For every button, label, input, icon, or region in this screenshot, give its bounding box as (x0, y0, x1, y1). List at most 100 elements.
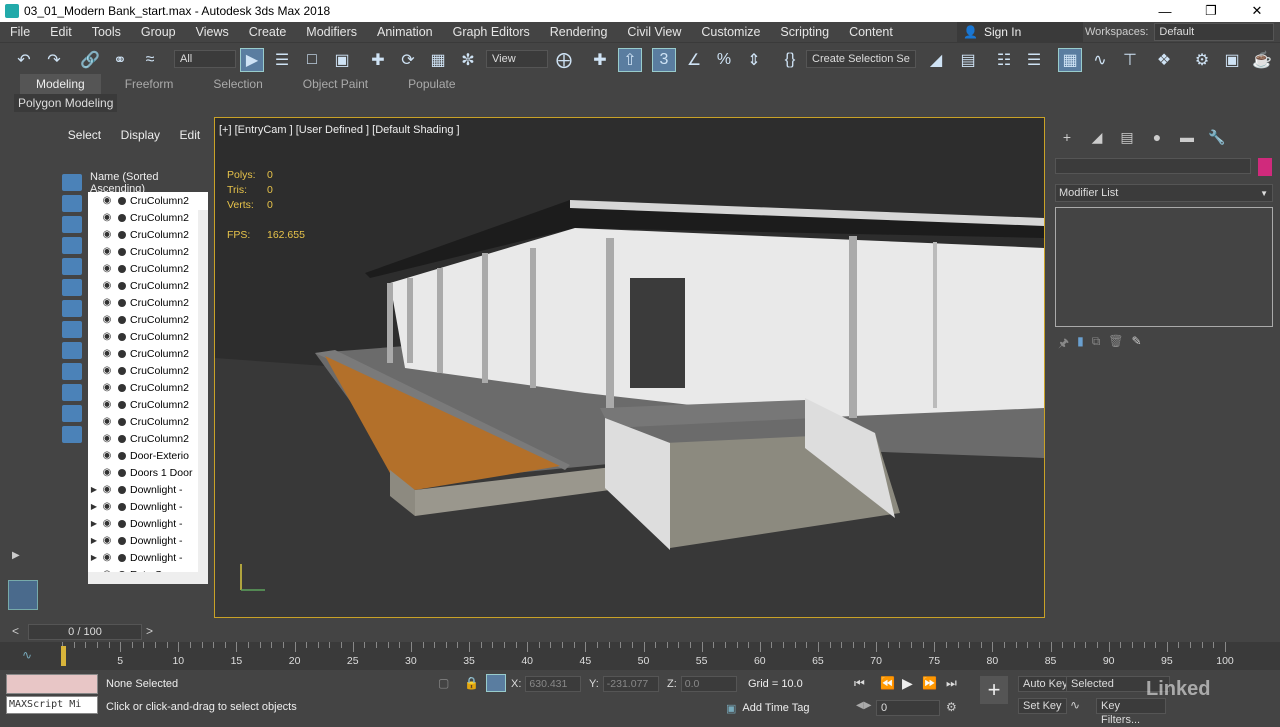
align-icon[interactable]: ▤ (956, 48, 980, 72)
freeze-toggle-icon[interactable] (118, 349, 126, 358)
containers-filter-icon[interactable] (62, 384, 82, 401)
schematic-view-icon[interactable]: ⊤ (1118, 48, 1142, 72)
viewport-layout-icon[interactable] (8, 580, 38, 610)
menu-item-group[interactable]: Group (131, 25, 186, 39)
modifier-list-dropdown[interactable]: Modifier List ▼ (1055, 184, 1273, 202)
explorer-tab-edit[interactable]: Edit (180, 128, 201, 142)
menu-item-scripting[interactable]: Scripting (770, 25, 839, 39)
eye-icon[interactable]: ◉ (100, 484, 114, 495)
workspaces-dropdown[interactable]: Default (1154, 23, 1275, 41)
modifier-stack[interactable] (1055, 207, 1273, 327)
snaps-toggle-icon[interactable]: 3 (652, 48, 676, 72)
angle-snap-icon[interactable]: ∠ (682, 48, 706, 72)
render-production-icon[interactable]: ☕ (1250, 48, 1274, 72)
keyboard-shortcut-override-icon[interactable]: ⇧ (618, 48, 642, 72)
create-tab-icon[interactable]: + (1052, 126, 1082, 148)
menu-item-views[interactable]: Views (186, 25, 239, 39)
list-item[interactable]: ◉ CruColumn2 (88, 328, 208, 345)
list-item[interactable]: ◉ CruColumn2 (88, 209, 208, 226)
menu-item-animation[interactable]: Animation (367, 25, 443, 39)
object-color-swatch[interactable] (1258, 158, 1272, 176)
freeze-toggle-icon[interactable] (118, 366, 126, 375)
explorer-tab-display[interactable]: Display (121, 128, 160, 142)
ribbon-tab-populate[interactable]: Populate (392, 74, 471, 94)
list-item[interactable]: ▶ ◉ Downlight - (88, 481, 208, 498)
edit-named-selection-icon[interactable]: {} (778, 48, 802, 72)
freeze-toggle-icon[interactable] (118, 196, 126, 205)
eye-icon[interactable]: ◉ (100, 263, 114, 274)
toggle-ribbon-icon[interactable]: ☰ (1022, 48, 1046, 72)
eye-icon[interactable]: ◉ (100, 212, 114, 223)
previous-key-icon[interactable]: ⏪ (880, 676, 895, 690)
z-field[interactable]: 0.0 (680, 676, 737, 692)
motion-tab-icon[interactable]: ● (1142, 126, 1172, 148)
freeze-toggle-icon[interactable] (118, 536, 126, 545)
maxscript-mini-listener[interactable]: MAXScript Mi (6, 696, 98, 714)
x-field[interactable]: 630.431 (525, 676, 582, 692)
eye-icon[interactable]: ◉ (100, 365, 114, 376)
set-key-button[interactable]: Set Key (1018, 698, 1067, 714)
viewport-label[interactable]: [+] [EntryCam ] [User Defined ] [Default… (219, 124, 460, 136)
frozen-filter-icon[interactable] (62, 405, 82, 422)
menu-item-rendering[interactable]: Rendering (540, 25, 618, 39)
modify-tab-icon[interactable]: ◢ (1082, 126, 1112, 148)
menu-item-content[interactable]: Content (839, 25, 903, 39)
eye-icon[interactable]: ◉ (100, 501, 114, 512)
eye-icon[interactable]: ◉ (100, 535, 114, 546)
menu-item-edit[interactable]: Edit (40, 25, 82, 39)
eye-icon[interactable]: ◉ (100, 348, 114, 359)
list-item[interactable]: ◉ CruColumn2 (88, 379, 208, 396)
move-icon[interactable]: ✚ (366, 48, 390, 72)
list-item[interactable]: ◉ CruColumn2 (88, 345, 208, 362)
menu-item-tools[interactable]: Tools (82, 25, 131, 39)
go-to-start-icon[interactable]: ⏮ (854, 676, 865, 691)
list-item[interactable]: ◉ CruColumn2 (88, 294, 208, 311)
freeze-toggle-icon[interactable] (118, 519, 126, 528)
freeze-toggle-icon[interactable] (118, 230, 126, 239)
utilities-tab-icon[interactable]: 🔧 (1202, 126, 1232, 148)
pivot-center-icon[interactable]: ⨁ (552, 48, 576, 72)
redo-icon[interactable]: ↷ (42, 48, 66, 72)
layer-explorer-icon[interactable]: ☷ (992, 48, 1016, 72)
polygon-modeling-panel[interactable]: Polygon Modeling (14, 94, 118, 112)
sign-in-button[interactable]: 👤 Sign In (957, 22, 1083, 42)
configure-modifier-sets-icon[interactable]: ✎ (1132, 334, 1142, 355)
freeze-toggle-icon[interactable] (118, 213, 126, 222)
list-item[interactable]: ◉ CruColumn2 (88, 260, 208, 277)
expand-icon[interactable]: ▶ (88, 519, 100, 528)
set-keys-icon[interactable]: + (980, 676, 1008, 704)
rendered-frame-window-icon[interactable]: ▣ (1220, 48, 1244, 72)
select-object-icon[interactable]: ▶ (240, 48, 264, 72)
object-name-field[interactable] (1055, 158, 1251, 174)
spinner-snap-icon[interactable]: ⇕ (742, 48, 766, 72)
freeze-toggle-icon[interactable] (118, 468, 126, 477)
next-key-icon[interactable]: ⏩ (922, 676, 937, 690)
previous-frame-icon[interactable]: < (12, 624, 19, 638)
eye-icon[interactable]: ◉ (100, 399, 114, 410)
freeze-toggle-icon[interactable] (118, 332, 126, 341)
freeze-toggle-icon[interactable] (118, 315, 126, 324)
perspective-viewport[interactable]: [+] [EntryCam ] [User Defined ] [Default… (214, 117, 1045, 618)
ribbon-tab-selection[interactable]: Selection (197, 74, 278, 94)
freeze-toggle-icon[interactable] (118, 502, 126, 511)
list-item[interactable]: ◉ Door-Exterio (88, 447, 208, 464)
display-none-icon[interactable] (62, 174, 82, 191)
eye-icon[interactable]: ◉ (100, 280, 114, 291)
curve-editor-mini-icon[interactable]: ∿ (22, 648, 32, 662)
link-icon[interactable]: 🔗 (78, 48, 102, 72)
freeze-toggle-icon[interactable] (118, 434, 126, 443)
eye-icon[interactable]: ◉ (100, 246, 114, 257)
remove-modifier-icon[interactable]: 🗑 (1108, 334, 1123, 355)
eye-icon[interactable]: ◉ (100, 450, 114, 461)
expand-icon[interactable]: ▶ (88, 502, 100, 511)
list-item[interactable]: ▶ ◉ Downlight - (88, 532, 208, 549)
time-slider[interactable]: 0 / 100 (28, 624, 142, 640)
list-item[interactable]: ◉ CruColumn2 (88, 362, 208, 379)
reference-coordinate-dropdown[interactable]: View (486, 50, 548, 68)
ribbon-tab-modeling[interactable]: Modeling (20, 74, 101, 94)
ribbon-tab-object-paint[interactable]: Object Paint (287, 74, 384, 94)
eye-icon[interactable]: ◉ (100, 467, 114, 478)
eye-icon[interactable]: ◉ (100, 552, 114, 563)
add-time-tag-button[interactable]: ▣ Add Time Tag (726, 699, 818, 717)
lock-selection-icon[interactable]: 🔒 (464, 676, 479, 690)
